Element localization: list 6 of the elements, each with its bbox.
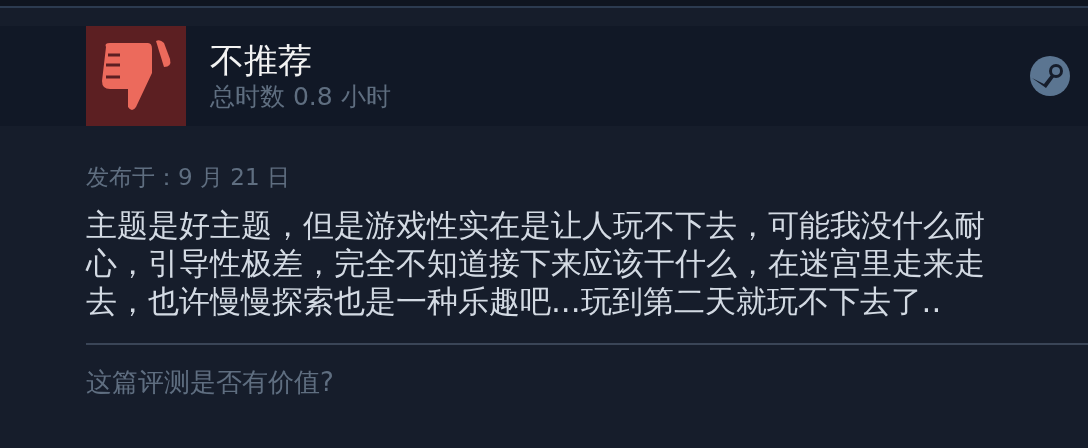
posted-date: 发布于：9 月 21 日: [86, 163, 291, 192]
helpful-prompt: 这篇评测是否有价值?: [86, 366, 335, 399]
steam-logo-icon: [1030, 56, 1070, 96]
review-verdict: 不推荐: [210, 39, 313, 81]
playtime-text: 总时数 0.8 小时: [210, 81, 392, 113]
review-text: 主题是好主题，但是游戏性实在是让人玩不下去，可能我没什么耐心，引导性极差，完全不知道接下来应该干什么，在迷宫里走来走去，也许慢慢探索也是一种乐趣吧...玩到第二天就玩不下去了..: [86, 206, 986, 320]
